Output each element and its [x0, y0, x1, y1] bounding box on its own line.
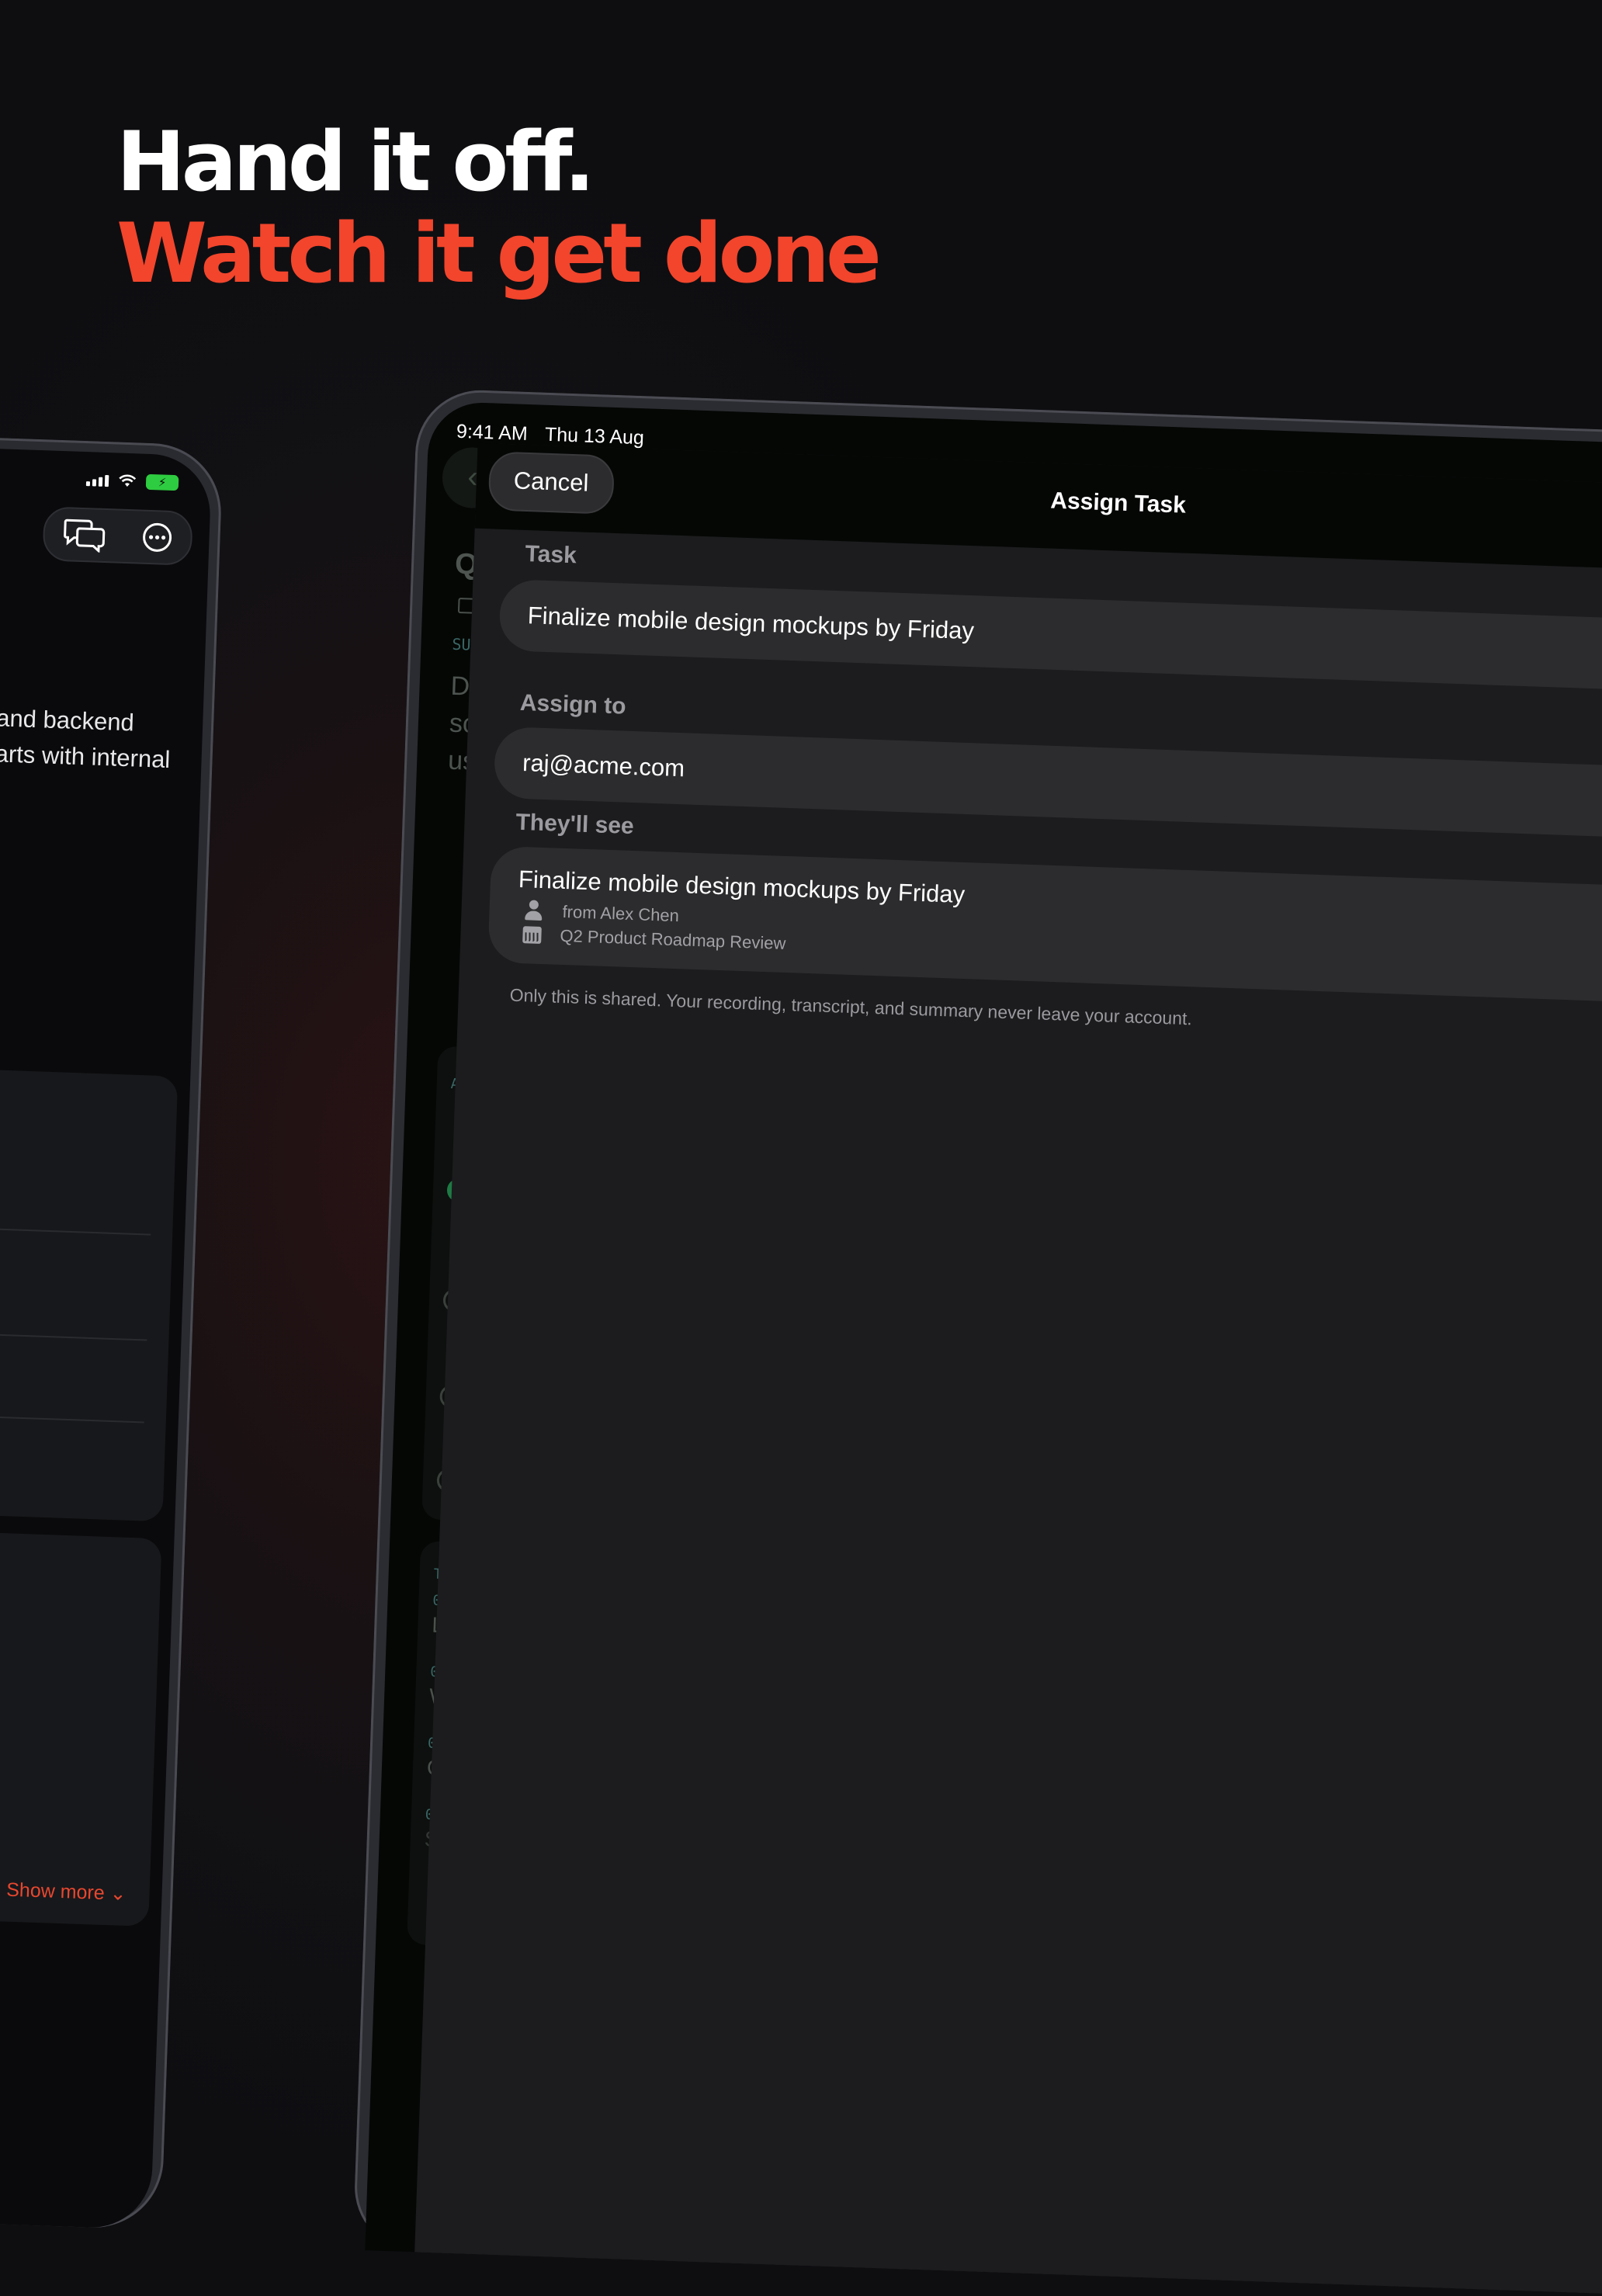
status-time: 9:41 AM	[456, 420, 529, 445]
calendar-icon	[522, 926, 542, 944]
phone-summary-line: and backend	[0, 704, 135, 737]
phone-summary-line: arts with internal	[0, 740, 171, 774]
person-icon	[523, 900, 544, 922]
task-preview-card: Finalize mobile design mockups by Friday…	[487, 845, 1602, 1008]
preview-meeting-row: Q2 Product Roadmap Review	[522, 924, 786, 954]
show-more-button[interactable]: Show more ⌄	[6, 1878, 127, 1906]
task-field-value: Finalize mobile design mockups by Friday	[527, 602, 975, 645]
phone-action-items-card	[0, 1065, 179, 1522]
cellular-signal-icon	[85, 474, 109, 487]
task-label: Task	[525, 540, 577, 569]
sheet-header: Cancel Assign Task	[474, 442, 1602, 575]
preview-from: from Alex Chen	[562, 901, 680, 926]
phone-transcript-card: Show more ⌄	[0, 1528, 162, 1927]
headline-line-2: Watch it get done	[116, 206, 882, 301]
task-field[interactable]: Finalize mobile design mockups by Friday	[498, 578, 1602, 696]
assign-to-field[interactable]: raj@acme.com	[493, 726, 1602, 844]
privacy-note: Only this is shared. Your recording, tra…	[509, 984, 1193, 1029]
preview-label: They'll see	[515, 809, 635, 840]
chevron-down-icon: ⌄	[109, 1882, 127, 1905]
preview-from-row: from Alex Chen	[523, 900, 679, 927]
phone-device: ⚡ and backend arts with internal Show mo…	[0, 435, 224, 2230]
assign-task-sheet: Cancel Assign Task Task Finalize mobile …	[412, 442, 1602, 2296]
more-options-icon[interactable]	[140, 522, 172, 553]
headline: Hand it off. Watch it get done	[116, 114, 882, 301]
assign-to-field-value: raj@acme.com	[522, 749, 685, 782]
phone-status-bar: ⚡	[85, 472, 179, 491]
headline-line-1: Hand it off.	[116, 114, 595, 210]
phone-toolbar	[42, 506, 193, 566]
phone-summary-text: and backend arts with internal	[0, 700, 172, 778]
cancel-button[interactable]: Cancel	[487, 451, 615, 515]
preview-meeting: Q2 Product Roadmap Review	[560, 925, 786, 953]
chat-bubbles-icon[interactable]	[62, 517, 106, 553]
tablet-device: 9:41 AM Thu 13 Aug ‹ Q2 SUM Dis sca use …	[352, 388, 1602, 2296]
battery-charging-icon: ⚡	[145, 473, 179, 491]
tablet-screen: 9:41 AM Thu 13 Aug ‹ Q2 SUM Dis sca use …	[365, 401, 1602, 2296]
wifi-icon	[119, 474, 137, 487]
phone-screen: ⚡ and backend arts with internal Show mo…	[0, 446, 213, 2230]
assign-to-label: Assign to	[519, 689, 627, 720]
show-more-label: Show more	[5, 1878, 106, 1905]
sheet-title: Assign Task	[1049, 487, 1187, 519]
